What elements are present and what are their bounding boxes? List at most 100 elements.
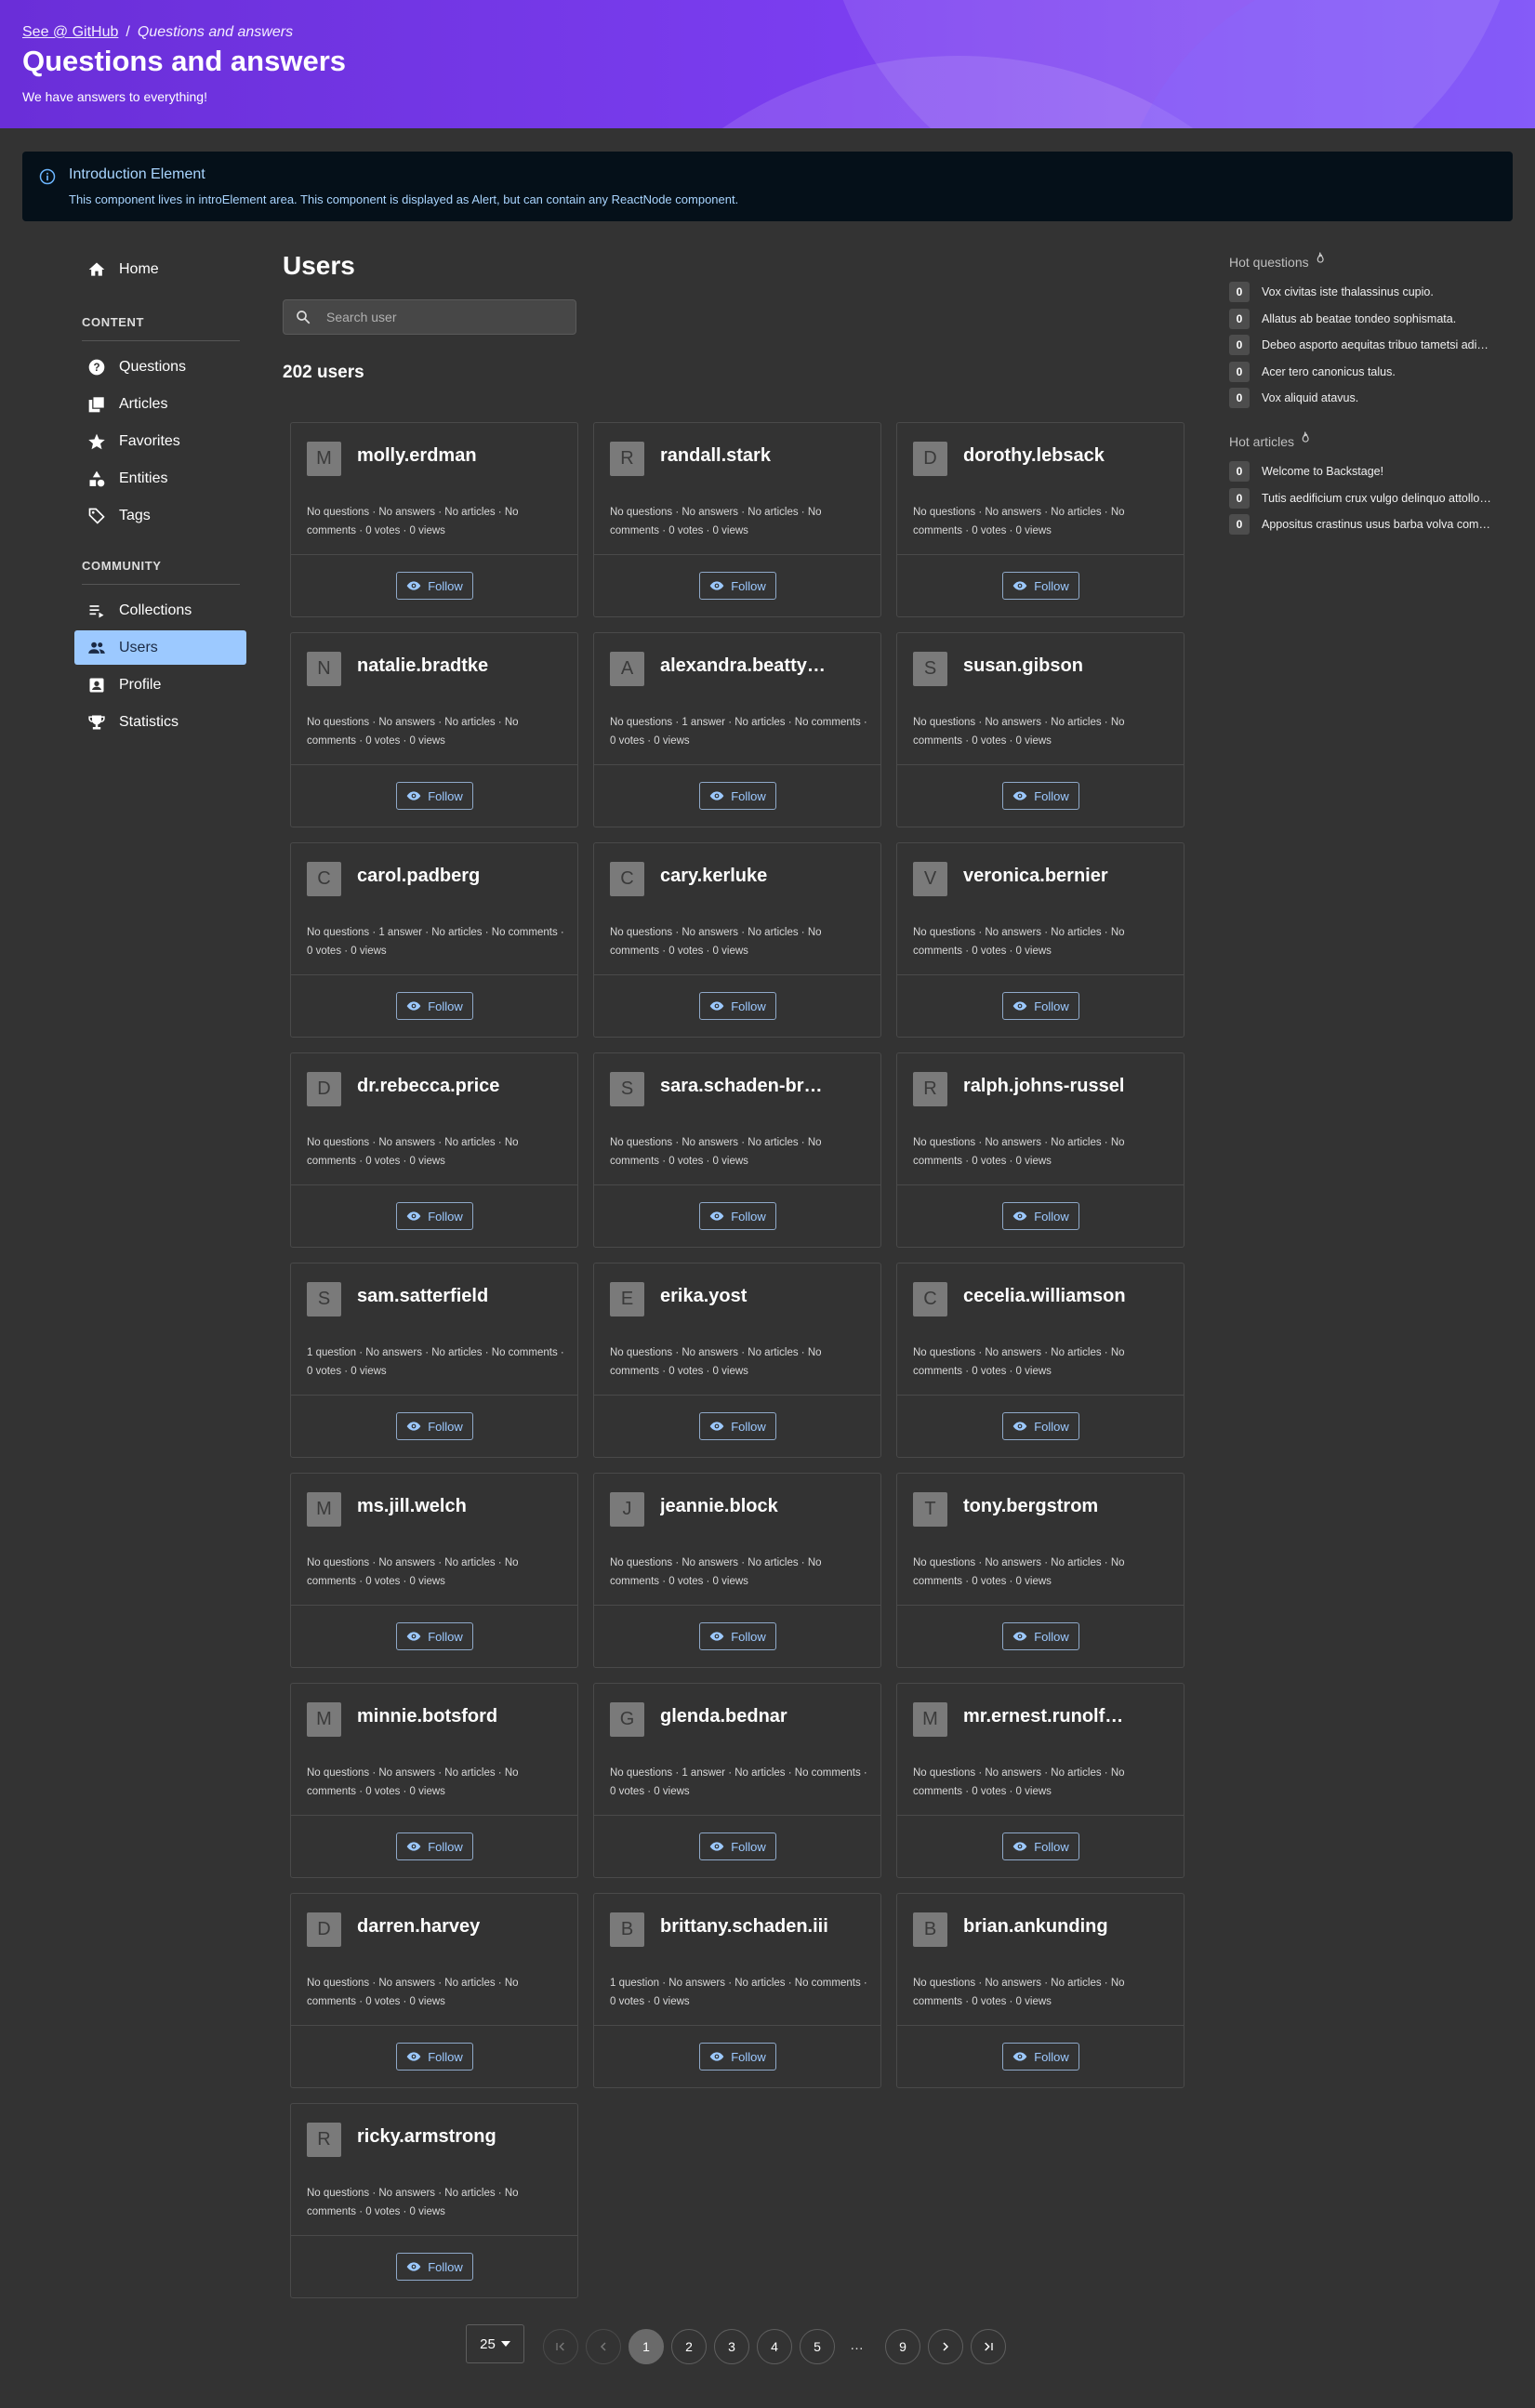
hot-question-item[interactable]: 0 Vox aliquid atavus. xyxy=(1229,388,1508,408)
follow-button[interactable]: Follow xyxy=(1002,992,1079,1020)
user-name[interactable]: natalie.bradtke xyxy=(357,655,571,677)
follow-button[interactable]: Follow xyxy=(699,572,776,600)
user-name[interactable]: ralph.johns-russel xyxy=(963,1076,1177,1097)
item-title[interactable]: Vox civitas iste thalassinus cupio. xyxy=(1262,285,1508,298)
user-name[interactable]: tony.bergstrom xyxy=(963,1496,1177,1517)
user-card[interactable]: Rralph.johns-russel No questions · No ans… xyxy=(896,1052,1184,1248)
user-name[interactable]: erika.yost xyxy=(660,1286,874,1307)
hot-question-item[interactable]: 0 Allatus ab beatae tondeo sophismata. xyxy=(1229,308,1508,329)
hot-article-item[interactable]: 0 Tutis aedificium crux vulgo delinquo at… xyxy=(1229,487,1508,509)
hot-article-item[interactable]: 0 Welcome to Backstage! xyxy=(1229,461,1508,482)
page-button-3[interactable]: 3 xyxy=(714,2329,749,2364)
sidebar-item-entities[interactable]: Entities xyxy=(74,461,246,496)
follow-button[interactable]: Follow xyxy=(396,1832,473,1860)
user-card[interactable]: Ssam.satterfield 1 question · No answers … xyxy=(290,1263,578,1458)
user-card[interactable]: Ssusan.gibson No questions · No answers ·… xyxy=(896,632,1184,827)
sidebar-item-home[interactable]: Home xyxy=(74,252,246,286)
follow-button[interactable]: Follow xyxy=(699,1832,776,1860)
user-name[interactable]: molly.erdman xyxy=(357,445,571,467)
user-card[interactable]: Jjeannie.block No questions · No answers … xyxy=(593,1473,881,1668)
user-name[interactable]: minnie.botsford xyxy=(357,1706,571,1727)
user-card[interactable]: Rrandall.stark No questions · No answers … xyxy=(593,422,881,617)
user-name[interactable]: ricky.armstrong xyxy=(357,2126,571,2148)
follow-button[interactable]: Follow xyxy=(396,1202,473,1230)
follow-button[interactable]: Follow xyxy=(1002,572,1079,600)
page-button-4[interactable]: 4 xyxy=(757,2329,792,2364)
user-name[interactable]: cary.kerluke xyxy=(660,866,874,887)
user-card[interactable]: Gglenda.bednar No questions · 1 answer · … xyxy=(593,1683,881,1878)
hot-article-item[interactable]: 0 Appositus crastinus usus barba volva co… xyxy=(1229,514,1508,535)
page-button-last[interactable]: 9 xyxy=(885,2329,920,2364)
user-card[interactable]: Mms.jill.welch No questions · No answers … xyxy=(290,1473,578,1668)
item-title[interactable]: Debeo asporto aequitas tribuo tametsi ad… xyxy=(1262,338,1508,351)
hot-question-item[interactable]: 0 Vox civitas iste thalassinus cupio. xyxy=(1229,282,1508,302)
user-name[interactable]: mr.ernest.runolf… xyxy=(963,1706,1177,1727)
user-card[interactable]: Vveronica.bernier No questions · No answe… xyxy=(896,842,1184,1038)
user-card[interactable]: Ccecelia.williamson No questions · No ans… xyxy=(896,1263,1184,1458)
page-button-2[interactable]: 2 xyxy=(671,2329,707,2364)
sidebar-item-questions[interactable]: ? Questions xyxy=(74,350,246,384)
follow-button[interactable]: Follow xyxy=(699,992,776,1020)
follow-button[interactable]: Follow xyxy=(699,1202,776,1230)
item-title[interactable]: Tutis aedificium crux vulgo delinquo att… xyxy=(1262,492,1508,505)
user-card[interactable]: Eerika.yost No questions · No answers · N… xyxy=(593,1263,881,1458)
sidebar-item-tags[interactable]: Tags xyxy=(74,498,246,533)
user-card[interactable]: Mminnie.botsford No questions · No answer… xyxy=(290,1683,578,1878)
user-card[interactable]: Bbrian.ankunding No questions · No answer… xyxy=(896,1893,1184,2088)
hot-question-item[interactable]: 0 Debeo asporto aequitas tribuo tametsi a… xyxy=(1229,335,1508,355)
follow-button[interactable]: Follow xyxy=(1002,2043,1079,2071)
user-card[interactable]: Bbrittany.schaden.iii 1 question · No ans… xyxy=(593,1893,881,2088)
user-name[interactable]: darren.harvey xyxy=(357,1916,571,1938)
first-page-button[interactable] xyxy=(543,2329,578,2364)
follow-button[interactable]: Follow xyxy=(699,1412,776,1440)
sidebar-item-favorites[interactable]: Favorites xyxy=(74,424,246,458)
item-title[interactable]: Appositus crastinus usus barba volva com… xyxy=(1262,518,1508,531)
breadcrumb-link-github[interactable]: See @ GitHub xyxy=(22,24,118,40)
user-name[interactable]: randall.stark xyxy=(660,445,874,467)
user-card[interactable]: Ddorothy.lebsack No questions · No answer… xyxy=(896,422,1184,617)
user-card[interactable]: Aalexandra.beatty… No questions · 1 answe… xyxy=(593,632,881,827)
user-name[interactable]: carol.padberg xyxy=(357,866,571,887)
user-name[interactable]: jeannie.block xyxy=(660,1496,874,1517)
follow-button[interactable]: Follow xyxy=(1002,1622,1079,1650)
user-name[interactable]: veronica.bernier xyxy=(963,866,1177,887)
item-title[interactable]: Acer tero canonicus talus. xyxy=(1262,365,1508,378)
item-title[interactable]: Vox aliquid atavus. xyxy=(1262,391,1508,404)
user-name[interactable]: sam.satterfield xyxy=(357,1286,571,1307)
hot-question-item[interactable]: 0 Acer tero canonicus talus. xyxy=(1229,361,1508,382)
user-card[interactable]: Ttony.bergstrom No questions · No answers… xyxy=(896,1473,1184,1668)
item-title[interactable]: Welcome to Backstage! xyxy=(1262,465,1508,478)
user-name[interactable]: alexandra.beatty… xyxy=(660,655,874,677)
follow-button[interactable]: Follow xyxy=(396,2253,473,2281)
follow-button[interactable]: Follow xyxy=(699,782,776,810)
user-name[interactable]: dr.rebecca.price xyxy=(357,1076,571,1097)
follow-button[interactable]: Follow xyxy=(1002,782,1079,810)
follow-button[interactable]: Follow xyxy=(396,1412,473,1440)
sidebar-item-collections[interactable]: Collections xyxy=(74,593,246,628)
user-card[interactable]: Ddr.rebecca.price No questions · No answe… xyxy=(290,1052,578,1248)
page-button-5[interactable]: 5 xyxy=(800,2329,835,2364)
sidebar-item-statistics[interactable]: Statistics xyxy=(74,705,246,739)
user-card[interactable]: Nnatalie.bradtke No questions · No answer… xyxy=(290,632,578,827)
follow-button[interactable]: Follow xyxy=(396,782,473,810)
follow-button[interactable]: Follow xyxy=(1002,1832,1079,1860)
user-name[interactable]: dorothy.lebsack xyxy=(963,445,1177,467)
user-card[interactable]: Mmolly.erdman No questions · No answers ·… xyxy=(290,422,578,617)
search-user-input[interactable] xyxy=(324,300,566,334)
user-name[interactable]: sara.schaden-br… xyxy=(660,1076,874,1097)
user-card[interactable]: Mmr.ernest.runolf… No questions · No answ… xyxy=(896,1683,1184,1878)
last-page-button[interactable] xyxy=(971,2329,1006,2364)
follow-button[interactable]: Follow xyxy=(1002,1202,1079,1230)
follow-button[interactable]: Follow xyxy=(396,1622,473,1650)
user-card[interactable]: Ccarol.padberg No questions · 1 answer · … xyxy=(290,842,578,1038)
previous-page-button[interactable] xyxy=(586,2329,621,2364)
user-name[interactable]: brittany.schaden.iii xyxy=(660,1916,874,1938)
rows-per-page-select[interactable]: 25 xyxy=(466,2324,524,2363)
user-name[interactable]: glenda.bednar xyxy=(660,1706,874,1727)
sidebar-item-profile[interactable]: Profile xyxy=(74,668,246,702)
page-button-1[interactable]: 1 xyxy=(629,2329,664,2364)
user-card[interactable]: Rricky.armstrong No questions · No answer… xyxy=(290,2103,578,2298)
sidebar-item-users[interactable]: Users xyxy=(74,630,246,665)
user-card[interactable]: Ssara.schaden-br… No questions · No answe… xyxy=(593,1052,881,1248)
follow-button[interactable]: Follow xyxy=(396,992,473,1020)
